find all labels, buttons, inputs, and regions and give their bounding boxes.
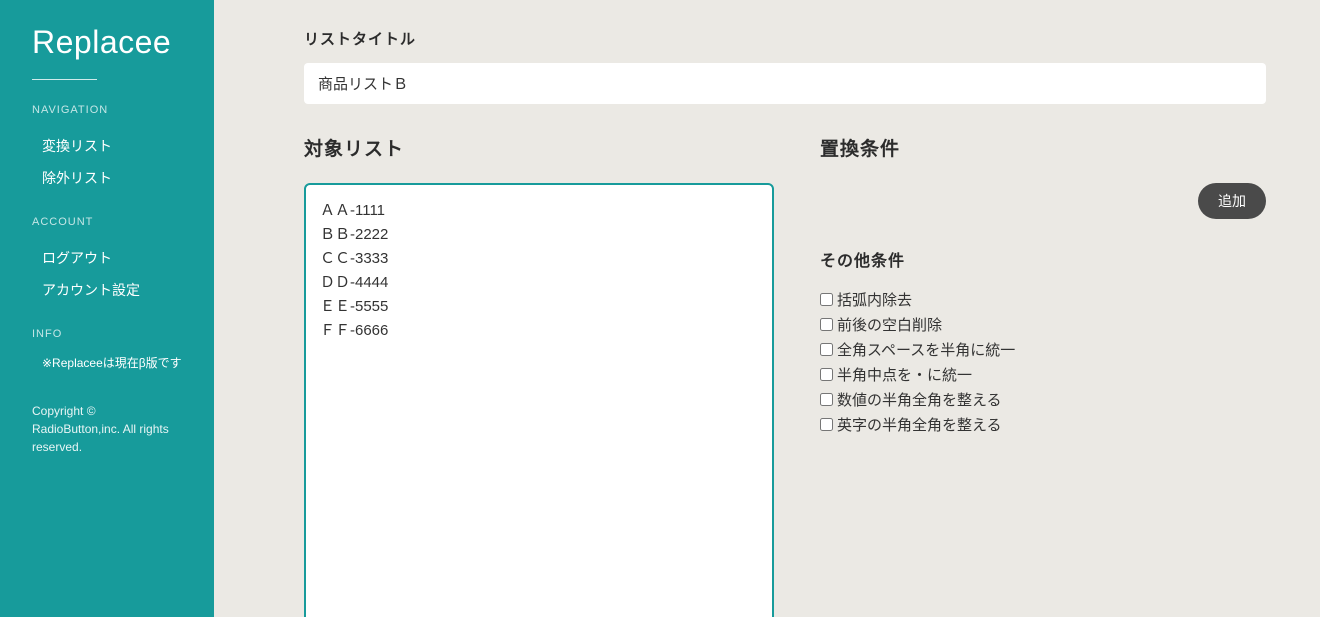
list-title-input[interactable] [304, 63, 1266, 104]
sidebar-item-exclude-list[interactable]: 除外リスト [32, 162, 182, 194]
nav-section-navigation: NAVIGATION 変換リスト 除外リスト [32, 104, 182, 194]
columns: 対象リスト 置換条件 追加 その他条件 括弧内除去 前後の空白削除 [304, 134, 1266, 617]
condition-checkbox-number-width[interactable] [820, 393, 833, 406]
condition-item: 括弧内除去 [820, 289, 1266, 310]
sidebar-item-logout[interactable]: ログアウト [32, 242, 182, 274]
condition-label[interactable]: 全角スペースを半角に統一 [837, 339, 1015, 360]
condition-checkbox-trim-spaces[interactable] [820, 318, 833, 331]
target-list-heading: 対象リスト [304, 134, 774, 161]
condition-label[interactable]: 数値の半角全角を整える [837, 389, 1002, 410]
condition-label[interactable]: 前後の空白削除 [837, 314, 942, 335]
other-conditions-list: 括弧内除去 前後の空白削除 全角スペースを半角に統一 半角中点を・に統一 数値の… [820, 289, 1266, 435]
nav-items: ログアウト アカウント設定 [32, 242, 182, 306]
beta-notice: ※Replaceeは現在β版です [32, 354, 182, 372]
condition-checkbox-halfwidth-dot[interactable] [820, 368, 833, 381]
sidebar: Replacee NAVIGATION 変換リスト 除外リスト ACCOUNT … [0, 0, 214, 617]
list-title-label: リストタイトル [304, 28, 1266, 49]
condition-item: 全角スペースを半角に統一 [820, 339, 1266, 360]
condition-item: 数値の半角全角を整える [820, 389, 1266, 410]
condition-label[interactable]: 半角中点を・に統一 [837, 364, 972, 385]
condition-checkbox-remove-brackets[interactable] [820, 293, 833, 306]
condition-item: 半角中点を・に統一 [820, 364, 1266, 385]
condition-checkbox-fullwidth-space[interactable] [820, 343, 833, 356]
copyright-text: Copyright © RadioButton,inc. All rights … [32, 402, 182, 456]
sidebar-item-account-settings[interactable]: アカウント設定 [32, 274, 182, 306]
nav-section-title: INFO [32, 328, 182, 340]
add-button-row: 追加 [820, 183, 1266, 219]
other-conditions-heading: その他条件 [820, 247, 1266, 271]
conditions-column: 置換条件 追加 その他条件 括弧内除去 前後の空白削除 全角スペースを半角に統一 [820, 134, 1266, 617]
add-condition-button[interactable]: 追加 [1198, 183, 1266, 219]
sidebar-divider [32, 79, 97, 80]
replace-conditions-heading: 置換条件 [820, 134, 1266, 161]
condition-label[interactable]: 括弧内除去 [837, 289, 912, 310]
nav-section-account: ACCOUNT ログアウト アカウント設定 [32, 216, 182, 306]
nav-items: 変換リスト 除外リスト [32, 130, 182, 194]
condition-item: 英字の半角全角を整える [820, 414, 1266, 435]
condition-item: 前後の空白削除 [820, 314, 1266, 335]
main-content: リストタイトル 対象リスト 置換条件 追加 その他条件 括弧内除去 前後の空白削… [214, 0, 1320, 617]
target-list-column: 対象リスト [304, 134, 774, 617]
nav-section-info: INFO ※Replaceeは現在β版です [32, 328, 182, 372]
condition-label[interactable]: 英字の半角全角を整える [837, 414, 1002, 435]
app-logo: Replacee [32, 24, 182, 61]
condition-checkbox-alpha-width[interactable] [820, 418, 833, 431]
sidebar-item-convert-list[interactable]: 変換リスト [32, 130, 182, 162]
nav-section-title: ACCOUNT [32, 216, 182, 228]
target-list-textarea[interactable] [304, 183, 774, 617]
nav-section-title: NAVIGATION [32, 104, 182, 116]
